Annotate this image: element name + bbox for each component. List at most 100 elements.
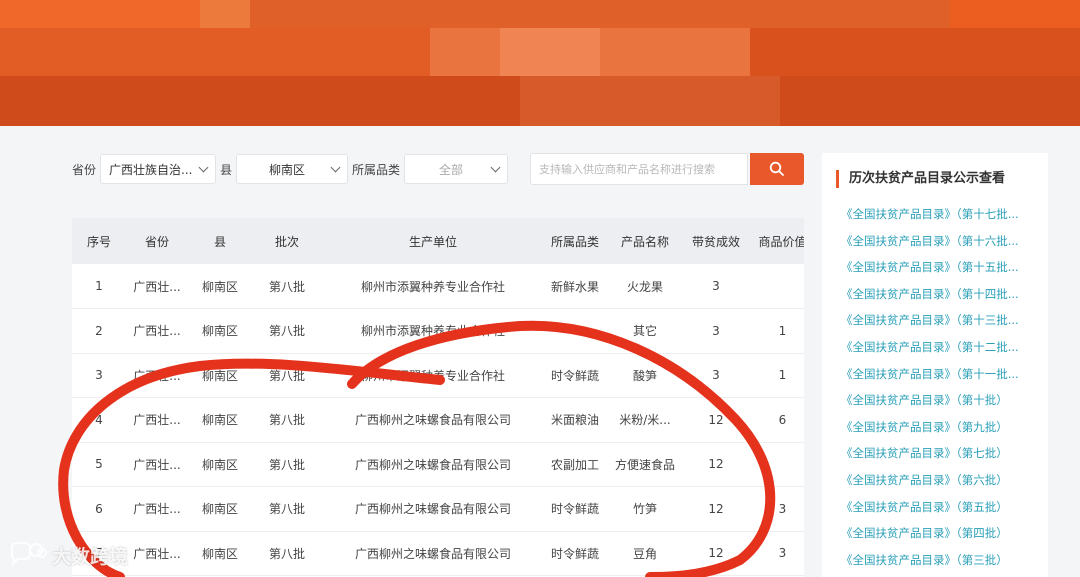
table-cell: 时令鲜蔬: [550, 546, 599, 561]
table-cell: [748, 442, 804, 487]
table-cell: 广西柳州之味螺食品有限公司: [354, 546, 511, 561]
table-cell: 第八批: [268, 368, 305, 383]
county-select[interactable]: 柳南区: [236, 154, 349, 184]
table-row[interactable]: 6 广西壮... 柳南区 第八批 广西柳州之味螺食品有限公司 时令鲜蔬 竹笋 12 3: [72, 487, 804, 531]
product-table: 序号 省份县批次 生产单位 所属品类 产品名称 带贫成效 商品价值 1 广西壮... 柳南区 第八…: [72, 218, 804, 577]
table-cell: 广西壮...: [133, 324, 181, 339]
chevron-down-icon: [330, 162, 341, 173]
table-row[interactable]: 3 广西壮... 柳南区 第八批 柳州市添翼种养专业合作社 时令鲜蔬 酸笋 3 1: [72, 353, 804, 398]
table-cell: 米粉/米...: [619, 413, 671, 428]
catalog-link[interactable]: 《全国扶贫产品目录》（第六批）: [841, 467, 1048, 494]
table-cell: 竹笋: [632, 502, 657, 517]
table-cell: 12: [708, 412, 724, 427]
table-cell: 广西壮...: [133, 457, 181, 472]
watermark-text: 大数跨境: [52, 545, 129, 568]
column-header: 商品价值: [758, 234, 804, 249]
table-cell: 柳州市添翼种养专业合作社: [360, 324, 505, 339]
table-cell: 农副加工: [550, 457, 599, 472]
table-cell: 12: [708, 501, 724, 516]
catalog-link[interactable]: 《全国扶贫产品目录》（第十一批...: [841, 361, 1048, 388]
sidebar-link-list: 《全国扶贫产品目录》（第十七批... 《全国扶贫产品目录》（第十六批... 《全国扶…: [841, 201, 1048, 573]
table-cell: 3: [712, 368, 720, 383]
chevron-down-icon: [198, 162, 209, 173]
column-header: 省份: [144, 234, 169, 249]
table-cell: 时令鲜蔬: [550, 368, 599, 383]
table-cell: 3: [95, 368, 103, 383]
table-cell: 12: [708, 457, 724, 472]
table-cell: 第八批: [268, 546, 305, 561]
table-cell: 柳南区: [201, 279, 238, 294]
county-value: 柳南区: [269, 162, 306, 177]
table-row[interactable]: 1 广西壮... 柳南区 第八批 柳州市添翼种养专业合作社 新鲜水果 火龙果 3: [72, 264, 804, 309]
table-row[interactable]: 5 广西壮... 柳南区 第八批 广西柳州之味螺食品有限公司 农副加工 方便速食品 12: [72, 442, 804, 487]
table-cell: 广西柳州之味螺食品有限公司: [354, 502, 511, 517]
table-cell: 广西壮...: [133, 279, 181, 294]
watermark: 大数跨境: [8, 541, 128, 569]
table-row[interactable]: 7 广西壮... 柳南区 第八批 广西柳州之味螺食品有限公司 时令鲜蔬 豆角 12 3: [72, 531, 804, 576]
table-cell: 柳南区: [201, 368, 238, 383]
catalog-link[interactable]: 《全国扶贫产品目录》（第九批）: [841, 414, 1048, 441]
table-cell: 1: [778, 323, 787, 338]
catalog-link[interactable]: 《全国扶贫产品目录》（第十五批...: [841, 254, 1048, 281]
catalog-link[interactable]: 《全国扶贫产品目录》（第十二批...: [841, 334, 1048, 361]
column-header: 县: [213, 234, 226, 249]
table-cell: 1: [778, 368, 787, 383]
table-cell: 第八批: [268, 502, 305, 517]
search-button[interactable]: [750, 153, 804, 185]
catalog-link[interactable]: 《全国扶贫产品目录》（第七批）: [841, 440, 1048, 467]
county-label: 县: [220, 162, 233, 177]
province-select[interactable]: 广西壮族自治...: [100, 154, 217, 184]
table-cell: 柳州市添翼种养专业合作社: [360, 368, 505, 383]
chat-bubble-logo-icon: [11, 542, 47, 568]
chevron-down-icon: [490, 162, 501, 173]
filter-bar: 省份 广西壮族自治... 县 柳南区 所属品类 全部: [72, 153, 512, 185]
catalog-link[interactable]: 《全国扶贫产品目录》（第十七批...: [841, 201, 1048, 228]
table-cell: [748, 264, 804, 309]
table-row[interactable]: 2 广西壮... 柳南区 第八批 柳州市添翼种养专业合作社 其它 3 1: [72, 309, 804, 354]
column-header: 生产单位: [408, 234, 457, 249]
table-cell: 1: [95, 279, 103, 293]
sidebar-title: 历次扶贫产品目录公示查看: [836, 170, 1005, 188]
table-cell: 火龙果: [626, 279, 663, 294]
table-cell: 柳南区: [201, 502, 238, 517]
table-cell: 时令鲜蔬: [550, 502, 599, 517]
catalog-link[interactable]: 《全国扶贫产品目录》（第十三批...: [841, 307, 1048, 334]
table-cell: 广西壮...: [133, 413, 181, 428]
catalog-link[interactable]: 《全国扶贫产品目录》（第五批）: [841, 494, 1048, 521]
catalog-link[interactable]: 《全国扶贫产品目录》（第十四批...: [841, 281, 1048, 308]
table-cell: 方便速食品: [614, 457, 675, 472]
table-cell: 3: [778, 546, 787, 561]
table-cell: 新鲜水果: [550, 279, 599, 294]
search-icon: [769, 161, 784, 176]
table-cell: 柳南区: [201, 413, 238, 428]
table-cell: 豆角: [632, 546, 657, 561]
table-row[interactable]: 4 广西壮... 柳南区 第八批 广西柳州之味螺食品有限公司 米面粮油 米粉/米... 12 6: [72, 398, 804, 442]
catalog-link[interactable]: 《全国扶贫产品目录》（第四批）: [841, 520, 1048, 547]
table-cell: 广西壮...: [133, 502, 181, 517]
column-header: 批次: [274, 234, 299, 249]
category-select[interactable]: 全部: [404, 154, 509, 184]
table-cell: 柳州市添翼种养专业合作社: [360, 279, 505, 294]
table-cell: 第八批: [268, 457, 305, 472]
table-cell: 广西柳州之味螺食品有限公司: [354, 457, 511, 472]
category-value: 全部: [439, 162, 464, 177]
search-input[interactable]: [530, 153, 748, 185]
category-label: 所属品类: [352, 162, 401, 177]
catalog-link[interactable]: 《全国扶贫产品目录》（第十批）: [841, 387, 1048, 414]
column-header: 序号: [86, 234, 111, 249]
column-header: 所属品类: [550, 234, 599, 249]
table-cell: [544, 309, 606, 354]
table-cell: 2: [95, 323, 103, 338]
table-header-row: 序号 省份 县 批次 生产单位 所属品类 产品名称 带贫成效 商品价值: [72, 218, 804, 264]
catalog-sidebar: 历次扶贫产品目录公示查看 《全国扶贫产品目录》（第十七批... 《全国扶贫产品目录…: [822, 153, 1048, 577]
column-header: 产品名称: [620, 234, 669, 249]
table-cell: 5: [95, 457, 103, 472]
table-cell: 3: [778, 501, 787, 516]
table-cell: 12: [708, 546, 724, 561]
table-cell: 其它: [632, 324, 657, 339]
catalog-link[interactable]: 《全国扶贫产品目录》（第三批）: [841, 547, 1048, 574]
province-value: 广西壮族自治...: [109, 162, 193, 177]
table-cell: 6: [778, 412, 787, 427]
table-cell: 柳南区: [201, 324, 238, 339]
catalog-link[interactable]: 《全国扶贫产品目录》（第十六批...: [841, 228, 1048, 255]
